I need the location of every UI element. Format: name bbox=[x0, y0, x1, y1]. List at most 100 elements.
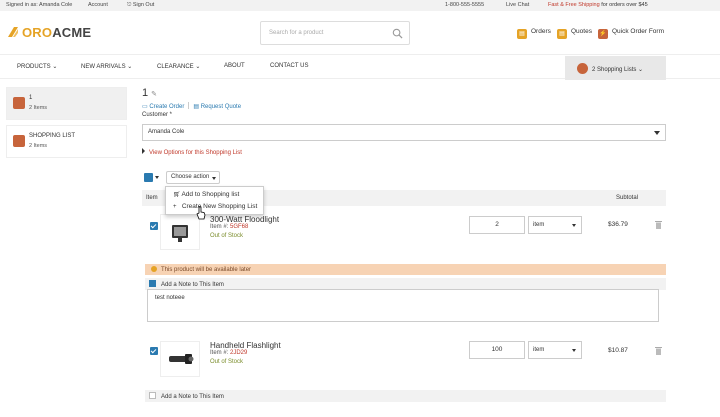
search-icon[interactable] bbox=[392, 28, 403, 39]
sku-value[interactable]: 5GF68 bbox=[230, 224, 248, 230]
unit-value: item bbox=[533, 222, 545, 228]
product-name[interactable]: Handheld Flashlight bbox=[210, 341, 281, 350]
view-options-label: View Options for this Shopping List bbox=[149, 150, 242, 156]
logo-mark-icon bbox=[8, 27, 18, 37]
availability-warning: This product will be available later bbox=[145, 264, 666, 275]
shopping-lists-button[interactable]: 2 Shopping Lists ⌄ bbox=[565, 56, 666, 80]
product-sku: Item #: 5GF68 bbox=[210, 224, 248, 230]
sidebar-list-shopping-list[interactable]: SHOPPING LIST 2 Items bbox=[6, 125, 127, 158]
sign-out-label: Sign Out bbox=[132, 2, 155, 8]
menu-add-to-shopping-list[interactable]: 🛒︎ Add to Shopping list bbox=[173, 191, 239, 198]
sidebar-list-count: 2 Items bbox=[29, 143, 48, 149]
sign-out-link[interactable]: ⎋ Sign Out bbox=[127, 2, 154, 9]
list-title: 1 ✎ bbox=[142, 87, 157, 99]
nav-clearance-label: CLEARANCE bbox=[157, 64, 194, 70]
nav-products[interactable]: PRODUCTS ⌄ bbox=[17, 63, 57, 70]
nav-clearance[interactable]: CLEARANCE ⌄ bbox=[157, 63, 200, 70]
orders-icon: ▤ bbox=[517, 29, 527, 39]
row-checkbox[interactable] bbox=[150, 347, 158, 355]
unit-select[interactable]: item bbox=[528, 341, 582, 359]
stock-status: Out of Stock bbox=[210, 359, 244, 365]
plus-icon: + bbox=[173, 204, 177, 210]
customer-label: Customer * bbox=[142, 112, 173, 118]
quantity-input[interactable]: 100 bbox=[469, 341, 525, 359]
menu-item-label: Create New Shopping List bbox=[181, 203, 258, 210]
view-options-toggle[interactable]: View Options for this Shopping List bbox=[142, 148, 242, 156]
promo-text: Fast & Free Shipping for orders over $45 bbox=[548, 2, 648, 8]
quantity-input[interactable]: 2 bbox=[469, 216, 525, 234]
create-order-label: Create Order bbox=[149, 104, 185, 110]
list-name: 1 bbox=[142, 87, 149, 99]
sidebar-list-1[interactable]: 1 2 Items bbox=[6, 87, 127, 120]
row-checkbox[interactable] bbox=[150, 222, 158, 230]
logo-acme: ACME bbox=[52, 25, 92, 40]
note-toggle-label: Add a Note to This Item bbox=[161, 394, 224, 400]
unit-select[interactable]: item bbox=[528, 216, 582, 234]
logo-oro: ORO bbox=[22, 25, 53, 40]
shopping-list-sidebar: 1 2 Items SHOPPING LIST 2 Items bbox=[6, 87, 127, 163]
chevron-down-icon bbox=[572, 224, 576, 227]
row-subtotal: $10.87 bbox=[608, 347, 628, 354]
customer-select[interactable]: Amanda Cole bbox=[142, 124, 666, 141]
product-name[interactable]: 300-Watt Floodlight bbox=[210, 215, 279, 224]
flashlight-image bbox=[169, 354, 194, 364]
nav-contact-us[interactable]: CONTACT US bbox=[270, 63, 308, 69]
quick-order-link[interactable]: ⚡ Quick Order Form bbox=[598, 28, 664, 39]
sidebar-list-name: 1 bbox=[29, 95, 33, 101]
stock-status: Out of Stock bbox=[210, 233, 244, 239]
warning-text: This product will be available later bbox=[161, 267, 252, 273]
shopping-lists-label: 2 Shopping Lists bbox=[592, 67, 637, 73]
note-textarea[interactable]: test noteee bbox=[147, 289, 659, 322]
sku-value[interactable]: 2JD29 bbox=[230, 350, 247, 356]
account-link[interactable]: Account bbox=[88, 2, 108, 8]
choose-action-select[interactable]: Choose action bbox=[166, 171, 220, 184]
caret-down-icon[interactable] bbox=[155, 176, 159, 179]
divider bbox=[188, 102, 190, 109]
chevron-down-icon bbox=[654, 131, 660, 135]
select-all-checkbox[interactable] bbox=[144, 173, 159, 182]
trash-icon[interactable] bbox=[655, 346, 662, 355]
column-item: Item bbox=[146, 195, 158, 201]
menu-item-label: Add to Shopping list bbox=[181, 191, 240, 198]
top-bar: Signed in as: Amanda Cole Account ⎋ Sign… bbox=[0, 0, 720, 11]
orders-link[interactable]: ▤ Orders bbox=[517, 28, 551, 39]
action-dropdown-menu: 🛒︎ Add to Shopping list + Create New Sho… bbox=[165, 186, 264, 215]
request-quote-label: Request Quote bbox=[200, 104, 242, 110]
product-sku: Item #: 2JD29 bbox=[210, 350, 247, 356]
product-thumbnail[interactable] bbox=[160, 214, 200, 250]
product-thumbnail[interactable] bbox=[160, 341, 200, 377]
signed-in-text: Signed in as: Amanda Cole bbox=[6, 2, 73, 8]
unit-value: item bbox=[533, 347, 545, 353]
note-toggle[interactable]: Add a Note to This Item bbox=[145, 390, 666, 402]
warning-icon bbox=[151, 266, 157, 272]
quote-icon: ▤ bbox=[193, 104, 200, 110]
cart-icon: ▭ bbox=[142, 104, 148, 110]
request-quote-link[interactable]: ▤ Request Quote bbox=[193, 104, 241, 110]
row-subtotal: $36.79 bbox=[608, 221, 628, 228]
sku-prefix: Item #: bbox=[210, 350, 229, 356]
menu-create-new-shopping-list[interactable]: + Create New Shopping List bbox=[173, 203, 257, 210]
create-order-link[interactable]: ▭ Create Order bbox=[142, 104, 184, 110]
quotes-label: Quotes bbox=[571, 28, 592, 35]
phone-number: 1-800-555-5555 bbox=[445, 2, 485, 8]
note-checkbox[interactable] bbox=[149, 392, 156, 399]
note-checkbox[interactable] bbox=[149, 280, 156, 287]
shopping-bag-icon bbox=[577, 63, 588, 74]
pencil-icon[interactable]: ✎ bbox=[151, 91, 157, 98]
search-input[interactable]: Search for a product bbox=[260, 21, 410, 45]
note-toggle-label: Add a Note to This Item bbox=[161, 282, 224, 288]
nav-products-label: PRODUCTS bbox=[17, 64, 51, 70]
quotes-icon: ▤ bbox=[557, 29, 567, 39]
list-actions: ▭ Create Order ▤ Request Quote bbox=[142, 102, 241, 110]
logo[interactable]: OROACME bbox=[6, 25, 91, 40]
main-nav: PRODUCTS ⌄ NEW ARRIVALS ⌄ CLEARANCE ⌄ AB… bbox=[0, 54, 720, 80]
live-chat-link[interactable]: Live Chat bbox=[506, 2, 529, 8]
promo-highlight: Fast & Free Shipping bbox=[548, 2, 600, 8]
nav-new-arrivals[interactable]: NEW ARRIVALS ⌄ bbox=[81, 63, 132, 70]
sidebar-list-name: SHOPPING LIST bbox=[29, 133, 76, 139]
trash-icon[interactable] bbox=[655, 220, 662, 229]
search-placeholder: Search for a product bbox=[269, 30, 324, 36]
header: OROACME Search for a product ▤ Orders ▤ Qu… bbox=[0, 11, 720, 54]
nav-about[interactable]: ABOUT bbox=[224, 63, 245, 69]
quotes-link[interactable]: ▤ Quotes bbox=[557, 28, 592, 39]
